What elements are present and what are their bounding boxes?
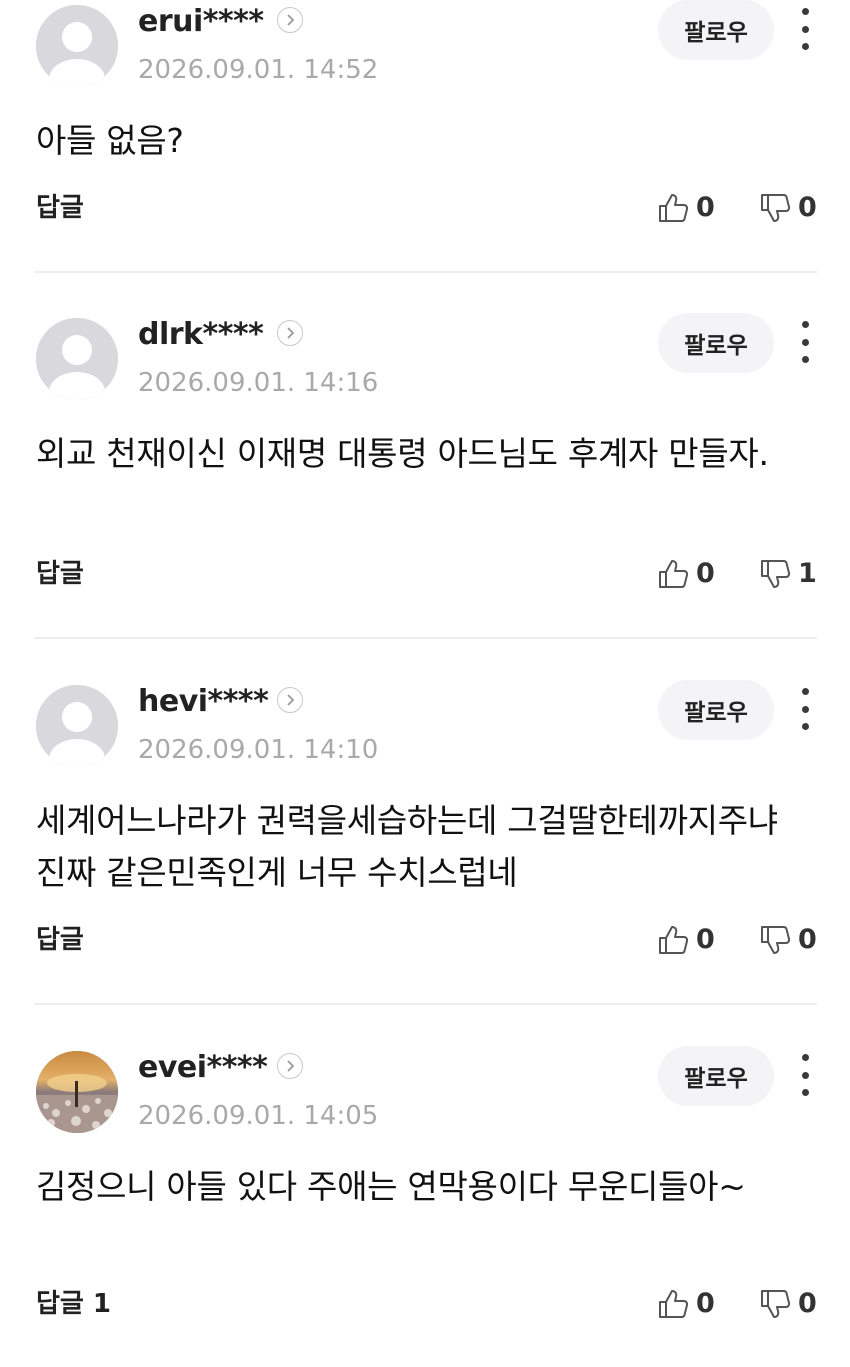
chevron-right-icon[interactable] [277,687,303,713]
like-button[interactable]: 0 [656,1284,715,1324]
comment-footer: 답글 0 0 [0,188,850,228]
thumbs-up-icon [659,194,689,222]
dislike-button[interactable]: 0 [758,188,817,228]
comment-footer: 답글 1 0 0 [0,1284,850,1324]
comment-text: 김정으니 아들 있다 주애는 연막용이다 무운디들아~ [36,1167,746,1206]
username[interactable]: erui**** [138,2,264,42]
comment-text: 아들 없음? [36,121,184,160]
timestamp: 2026.09.01. 14:52 [138,55,379,85]
thumbs-up-icon [659,560,689,588]
like-count: 0 [696,1288,715,1319]
reply-button[interactable]: 답글 1 [36,1284,111,1324]
dislike-button[interactable]: 1 [758,554,817,594]
reply-button[interactable]: 답글 [36,920,84,960]
default-avatar-icon[interactable] [36,685,118,767]
default-avatar-icon[interactable] [36,318,118,400]
thumbs-up-icon [659,1290,689,1318]
timestamp: 2026.09.01. 14:16 [138,368,379,398]
chevron-right-icon[interactable] [277,7,303,33]
like-count: 0 [696,558,715,589]
comment-footer: 답글 0 0 [0,920,850,960]
comment-text: 외교 천재이신 이재명 대통령 아드님도 후계자 만들자. [36,434,769,473]
comment-text: 세계어느나라가 권력을세습하는데 그걸딸한테까지주냐 진짜 같은민족인게 너무 … [36,801,778,892]
default-avatar-icon[interactable] [36,5,118,87]
like-button[interactable]: 0 [656,920,715,960]
comment-footer: 답글 0 1 [0,554,850,594]
like-button[interactable]: 0 [656,188,715,228]
comment-list: erui**** 2026.09.01. 14:52 팔로우 아들 없음? 답글… [0,0,850,1367]
dislike-count: 0 [798,1288,817,1319]
dislike-button[interactable]: 0 [758,920,817,960]
follow-button[interactable]: 팔로우 [658,680,774,740]
like-count: 0 [696,924,715,955]
timestamp: 2026.09.01. 14:05 [138,1101,379,1131]
username[interactable]: evei**** [138,1048,268,1088]
divider [34,271,817,273]
follow-button[interactable]: 팔로우 [658,0,774,60]
chevron-right-icon[interactable] [277,1053,303,1079]
follow-button[interactable]: 팔로우 [658,1046,774,1106]
thumbs-down-icon [761,926,791,954]
photo-avatar[interactable] [36,1051,118,1133]
username[interactable]: hevi**** [138,682,269,722]
divider [34,637,817,639]
more-options-icon[interactable] [795,1054,815,1096]
chevron-right-icon[interactable] [277,320,303,346]
dislike-count: 0 [798,924,817,955]
more-options-icon[interactable] [795,688,815,730]
follow-button[interactable]: 팔로우 [658,313,774,373]
thumbs-down-icon [761,560,791,588]
thumbs-down-icon [761,194,791,222]
like-count: 0 [696,192,715,223]
timestamp: 2026.09.01. 14:10 [138,735,379,765]
thumbs-down-icon [761,1290,791,1318]
thumbs-up-icon [659,926,689,954]
like-button[interactable]: 0 [656,554,715,594]
more-options-icon[interactable] [795,8,815,50]
reply-button[interactable]: 답글 [36,554,84,594]
dislike-count: 1 [798,558,817,589]
divider [34,1003,817,1005]
dislike-count: 0 [798,192,817,223]
more-options-icon[interactable] [795,321,815,363]
username[interactable]: dlrk**** [138,315,264,355]
dislike-button[interactable]: 0 [758,1284,817,1324]
reply-button[interactable]: 답글 [36,188,84,228]
